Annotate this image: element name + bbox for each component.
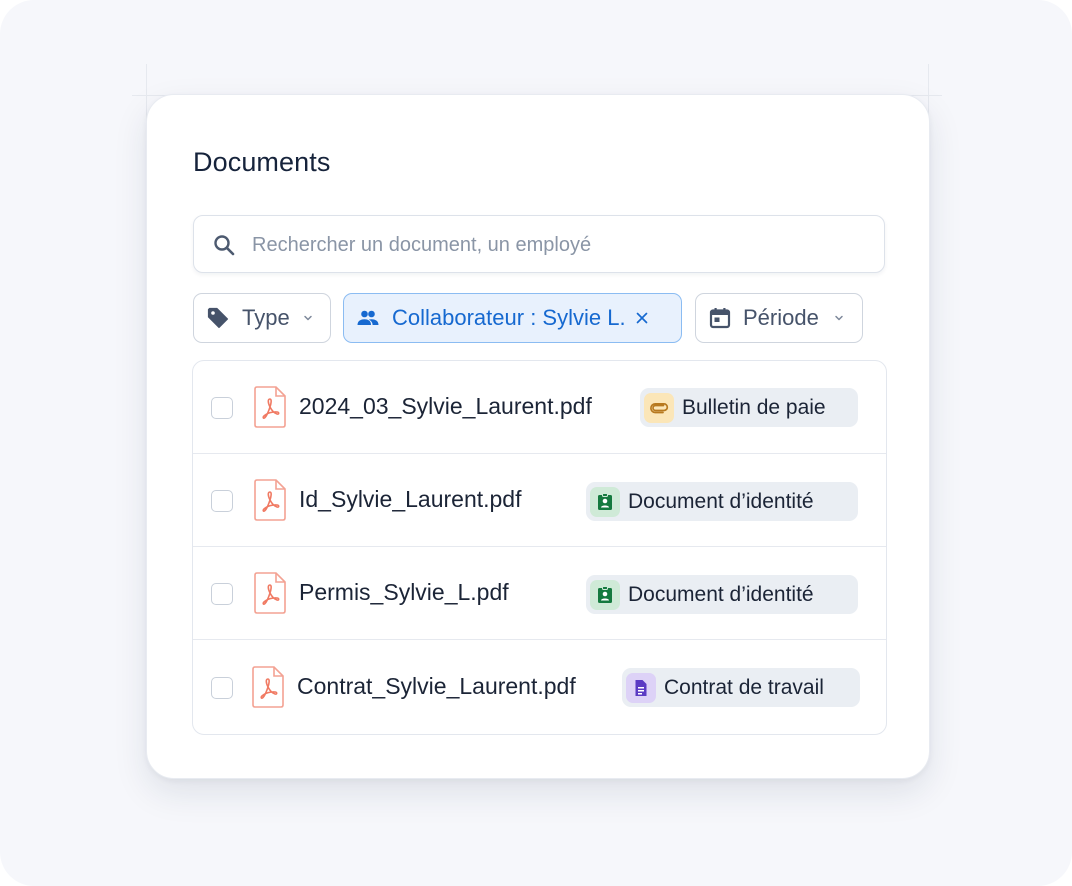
search-icon: [214, 235, 235, 256]
chevron-down-icon: [303, 315, 312, 321]
row-checkbox[interactable]: [211, 490, 233, 512]
document-filename[interactable]: Id_Sylvie_Laurent.pdf: [299, 486, 522, 513]
document-row[interactable]: Contrat_Sylvie_Laurent.pdf Contrat de tr…: [193, 640, 886, 733]
document-icon: [626, 672, 656, 703]
row-checkbox[interactable]: [211, 397, 233, 419]
pdf-file-icon: [252, 666, 284, 708]
filter-type-button[interactable]: Type: [193, 293, 331, 343]
document-row[interactable]: Id_Sylvie_Laurent.pdf Document d’identit…: [193, 454, 886, 547]
document-filename[interactable]: Permis_Sylvie_L.pdf: [299, 579, 509, 606]
filter-period-button[interactable]: Période: [695, 293, 863, 343]
pdf-file-icon: [254, 572, 286, 614]
document-row[interactable]: Permis_Sylvie_L.pdf Document d’identité: [193, 547, 886, 640]
filter-period-label: Période: [743, 305, 819, 330]
filter-collaborator-label: Collaborateur : Sylvie L.: [392, 305, 626, 330]
paperclip-icon: [644, 392, 674, 423]
category-badge: Document d’identité: [586, 575, 858, 614]
category-badge: Document d’identité: [586, 482, 858, 521]
category-badge: Contrat de travail: [622, 668, 860, 707]
document-list: 2024_03_Sylvie_Laurent.pdf Bulletin de p…: [192, 360, 887, 735]
pdf-file-icon: [254, 386, 286, 428]
document-row[interactable]: 2024_03_Sylvie_Laurent.pdf Bulletin de p…: [193, 361, 886, 454]
category-label: Document d’identité: [628, 489, 814, 513]
chevron-down-icon: [835, 315, 843, 321]
id-badge-icon: [590, 579, 620, 610]
search-box[interactable]: [193, 215, 885, 273]
panel-title: Documents: [193, 147, 331, 177]
document-filename[interactable]: 2024_03_Sylvie_Laurent.pdf: [299, 393, 592, 420]
tag-icon: [207, 307, 229, 329]
row-checkbox[interactable]: [211, 677, 233, 699]
canvas-background: Documents Type C: [0, 0, 1072, 886]
category-label: Contrat de travail: [664, 675, 824, 699]
id-badge-icon: [590, 486, 620, 517]
documents-panel: Documents Type C: [146, 94, 930, 779]
people-icon: [357, 310, 379, 325]
category-badge: Bulletin de paie: [640, 388, 858, 427]
filter-type-label: Type: [242, 305, 290, 330]
category-label: Bulletin de paie: [682, 395, 826, 419]
document-filename[interactable]: Contrat_Sylvie_Laurent.pdf: [297, 673, 576, 700]
search-input[interactable]: [252, 228, 852, 262]
pdf-file-icon: [254, 479, 286, 521]
filter-collaborator-chip[interactable]: Collaborateur : Sylvie L.: [343, 293, 682, 343]
category-label: Document d’identité: [628, 582, 814, 606]
close-icon[interactable]: [635, 311, 649, 325]
row-checkbox[interactable]: [211, 583, 233, 605]
calendar-icon: [709, 308, 731, 329]
